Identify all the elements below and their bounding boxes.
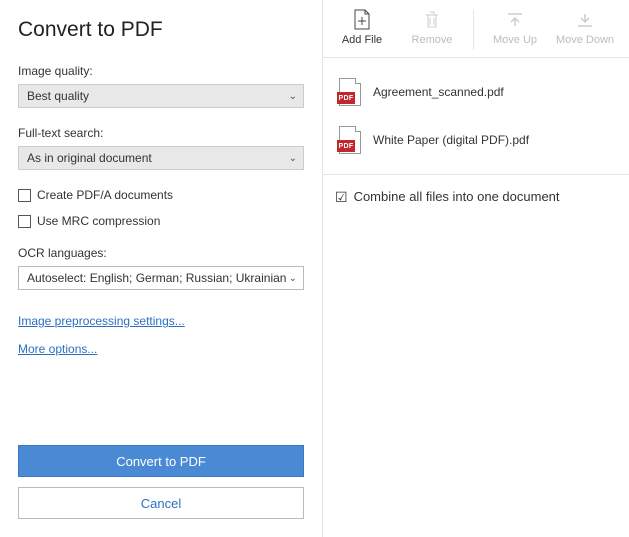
file-row[interactable]: PDF Agreement_scanned.pdf — [327, 68, 625, 116]
more-options-link[interactable]: More options... — [18, 342, 97, 356]
trash-icon — [420, 8, 444, 32]
mrc-checkbox-row[interactable]: Use MRC compression — [18, 214, 304, 228]
pdfa-checkbox-row[interactable]: Create PDF/A documents — [18, 188, 304, 202]
add-file-icon — [350, 8, 374, 32]
combine-checkbox-row[interactable]: ☑ Combine all files into one document — [323, 174, 629, 218]
file-list: PDF Agreement_scanned.pdf PDF White Pape… — [323, 58, 629, 174]
pdfa-checkbox-label: Create PDF/A documents — [37, 188, 173, 202]
image-quality-value: Best quality — [27, 89, 89, 103]
chevron-down-icon: ⌄ — [289, 91, 297, 102]
combine-checkbox[interactable]: ☑ — [335, 190, 348, 204]
add-file-label: Add File — [342, 34, 382, 46]
remove-label: Remove — [412, 34, 453, 46]
file-name: Agreement_scanned.pdf — [373, 85, 504, 99]
links-block: Image preprocessing settings... More opt… — [18, 314, 304, 356]
full-text-search-label: Full-text search: — [18, 126, 304, 140]
mrc-checkbox[interactable] — [18, 215, 31, 228]
move-up-label: Move Up — [493, 34, 537, 46]
file-row[interactable]: PDF White Paper (digital PDF).pdf — [327, 116, 625, 164]
full-text-search-dropdown[interactable]: As in original document ⌄ — [18, 146, 304, 170]
cancel-button-label: Cancel — [141, 496, 181, 511]
preprocessing-link[interactable]: Image preprocessing settings... — [18, 314, 185, 328]
move-up-button: Move Up — [480, 4, 550, 46]
convert-button[interactable]: Convert to PDF — [18, 445, 304, 477]
image-quality-dropdown[interactable]: Best quality ⌄ — [18, 84, 304, 108]
pdfa-checkbox[interactable] — [18, 189, 31, 202]
toolbar: Add File Remove Move Up — [323, 0, 629, 58]
mrc-checkbox-label: Use MRC compression — [37, 214, 160, 228]
remove-button: Remove — [397, 4, 467, 46]
cancel-button[interactable]: Cancel — [18, 487, 304, 519]
chevron-down-icon: ⌄ — [289, 153, 297, 164]
ocr-languages-value: Autoselect: English; German; Russian; Uk… — [27, 271, 286, 285]
chevron-down-icon: ⌄ — [289, 273, 297, 284]
move-up-icon — [503, 8, 527, 32]
toolbar-separator — [473, 10, 474, 50]
combine-label: Combine all files into one document — [354, 189, 560, 204]
full-text-search-value: As in original document — [27, 151, 152, 165]
add-file-button[interactable]: Add File — [327, 4, 397, 46]
move-down-button: Move Down — [550, 4, 620, 46]
ocr-languages-dropdown[interactable]: Autoselect: English; German; Russian; Uk… — [18, 266, 304, 290]
settings-panel: Convert to PDF Image quality: Best quali… — [0, 0, 323, 537]
move-down-icon — [573, 8, 597, 32]
file-name: White Paper (digital PDF).pdf — [373, 133, 529, 147]
image-quality-label: Image quality: — [18, 64, 304, 78]
pdf-file-icon: PDF — [337, 126, 361, 154]
ocr-languages-label: OCR languages: — [18, 246, 304, 260]
pdf-file-icon: PDF — [337, 78, 361, 106]
dialog-title: Convert to PDF — [18, 18, 304, 42]
move-down-label: Move Down — [556, 34, 614, 46]
convert-button-label: Convert to PDF — [116, 454, 206, 469]
files-panel: Add File Remove Move Up — [323, 0, 629, 537]
